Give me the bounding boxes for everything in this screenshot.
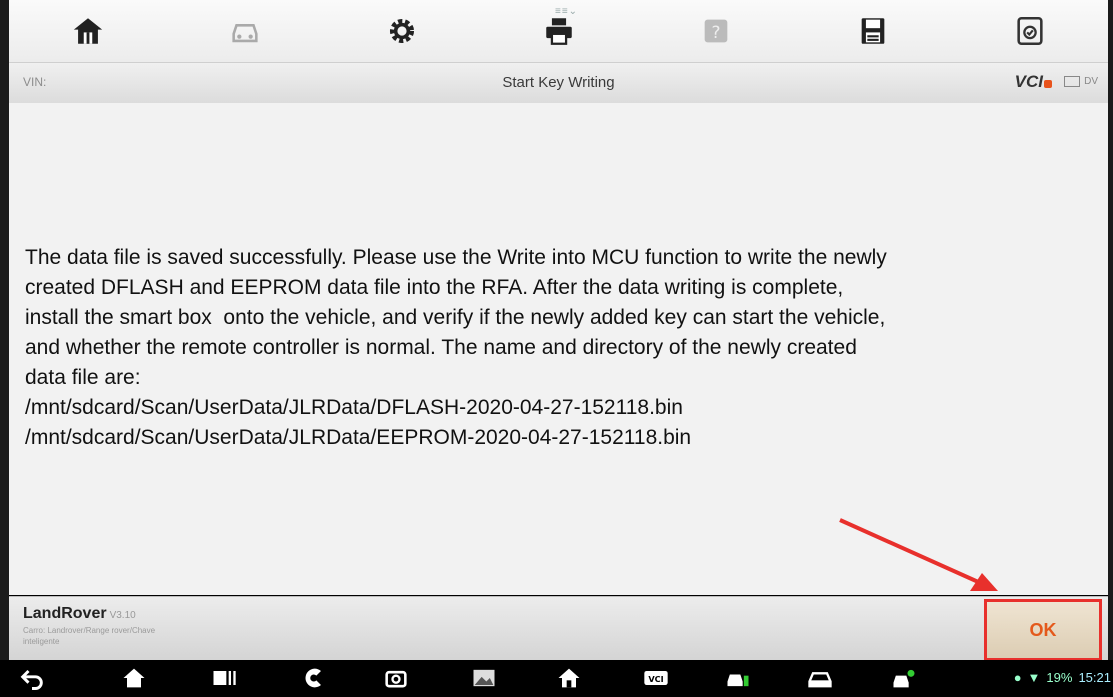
svg-text:?: ?	[711, 23, 720, 43]
home-nav-button[interactable]	[120, 664, 148, 692]
ok-button[interactable]: OK	[984, 599, 1102, 661]
vci-icon: VCI	[644, 671, 668, 685]
vci-logo: VCI	[1015, 72, 1052, 92]
gallery-icon	[473, 669, 495, 687]
home-button[interactable]	[62, 7, 114, 55]
print-icon	[545, 18, 572, 45]
back-icon	[20, 669, 43, 690]
recent-apps-button[interactable]	[210, 664, 238, 692]
gallery-button[interactable]	[470, 664, 498, 692]
annotation-arrow	[839, 518, 998, 591]
brand-name: LandRover V3.10	[23, 605, 136, 623]
screen-edge-left	[0, 0, 9, 660]
vehicle-button[interactable]	[219, 7, 271, 55]
car-button[interactable]	[806, 664, 834, 692]
camera-icon	[385, 670, 407, 688]
top-toolbar: ? ≡≡⌄	[9, 0, 1108, 62]
app-icon	[305, 668, 321, 688]
battery-percent: 19%	[1046, 670, 1073, 685]
vci-logo-text: VCI	[1014, 72, 1043, 91]
back-button[interactable]	[18, 664, 46, 692]
screen-edge-right	[1108, 0, 1113, 660]
vehicle-icon	[231, 24, 258, 43]
diag-home-button[interactable]	[555, 664, 583, 692]
chat-icon: ●	[1013, 670, 1022, 685]
battery-indicator: DV	[1064, 76, 1098, 87]
diag-home-icon	[558, 668, 580, 688]
brand-label: LandRover	[23, 605, 107, 622]
version-label: V3.10	[109, 610, 136, 621]
battery-icon	[1064, 76, 1081, 87]
car-icon	[808, 672, 832, 688]
battery-label: DV	[1084, 76, 1098, 87]
android-navbar: VCI ● ▼ 19% 15:21	[0, 660, 1113, 696]
car-user-icon	[893, 669, 915, 688]
save-icon	[861, 18, 884, 44]
footer-bar: LandRover V3.10 Carro: Landrover/Range ro…	[9, 596, 1108, 661]
device-screen: ? ≡≡⌄ VIN: Start Key Writing VCI DV The …	[0, 0, 1113, 696]
pull-down-handle[interactable]: ≡≡⌄	[555, 6, 578, 17]
car-fuel-button[interactable]	[724, 664, 752, 692]
car-fuel-icon	[727, 674, 749, 687]
svg-text:VCI: VCI	[648, 674, 663, 684]
settings-button[interactable]	[376, 7, 428, 55]
home-nav-icon	[123, 668, 145, 688]
recent-apps-icon	[213, 671, 236, 685]
vci-logo-dot	[1044, 80, 1052, 88]
wifi-icon: ▼	[1027, 670, 1041, 685]
vci-button[interactable]: VCI	[642, 664, 670, 692]
result-message: The data file is saved successfully. Ple…	[25, 246, 887, 449]
save-button[interactable]	[847, 7, 899, 55]
settings-icon	[389, 18, 414, 44]
title-bar: VIN: Start Key Writing VCI DV	[9, 62, 1108, 104]
camera-button[interactable]	[382, 664, 410, 692]
report-icon	[1016, 16, 1043, 46]
home-icon	[73, 18, 102, 44]
help-button[interactable]: ?	[690, 7, 742, 55]
car-user-button[interactable]	[890, 664, 918, 692]
page-title: Start Key Writing	[502, 74, 615, 91]
status-area: ● ▼ 19% 15:21	[1014, 670, 1111, 685]
clock: 15:21	[1078, 670, 1111, 685]
app-button[interactable]	[300, 664, 328, 692]
vehicle-path: Carro: Landrover/Range rover/Chave intel…	[23, 626, 156, 646]
help-icon: ?	[704, 19, 727, 43]
report-button[interactable]	[1004, 7, 1056, 55]
